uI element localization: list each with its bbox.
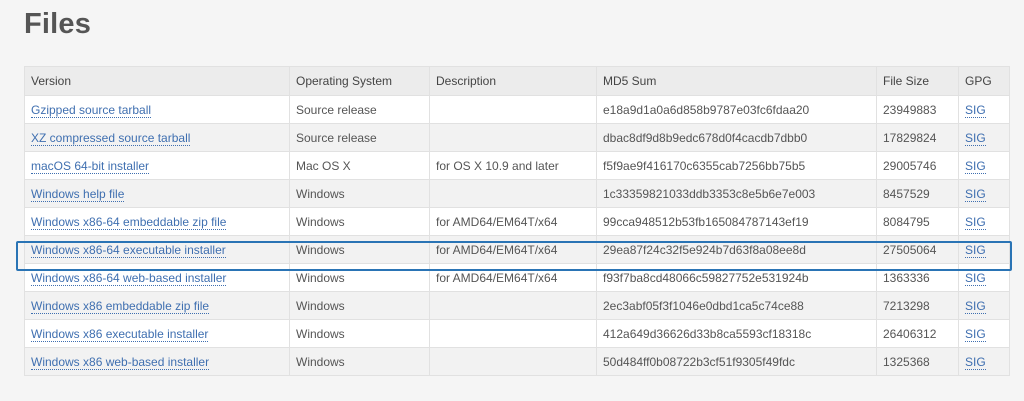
md5-cell: e18a9d1a0a6d858b9787e03fc6fdaa20 — [596, 95, 877, 124]
table-row: Windows x86-64 embeddable zip file Windo… — [24, 207, 1010, 236]
description-cell — [429, 319, 597, 348]
download-link[interactable]: Windows x86-64 executable installer — [31, 242, 226, 258]
os-cell: Source release — [289, 95, 430, 124]
sig-link[interactable]: SIG — [965, 298, 986, 314]
gpg-cell: SIG — [958, 179, 1010, 208]
version-cell: Windows help file — [24, 179, 290, 208]
download-link[interactable]: Windows x86 web-based installer — [31, 354, 210, 370]
os-cell: Windows — [289, 291, 430, 320]
md5-cell: 1c33359821033ddb3353c8e5b6e7e003 — [596, 179, 877, 208]
download-link[interactable]: Windows x86-64 embeddable zip file — [31, 214, 227, 230]
page-title: Files — [24, 8, 92, 40]
version-cell: Windows x86 executable installer — [24, 319, 290, 348]
column-header-operating-system[interactable]: Operating System — [289, 66, 430, 96]
os-cell: Windows — [289, 319, 430, 348]
files-table: Version Operating System Description MD5… — [24, 66, 1010, 376]
file-size-cell: 27505064 — [876, 235, 959, 264]
version-cell: Gzipped source tarball — [24, 95, 290, 124]
gpg-cell: SIG — [958, 123, 1010, 152]
download-link[interactable]: Windows x86 embeddable zip file — [31, 298, 210, 314]
gpg-cell: SIG — [958, 347, 1010, 376]
description-cell — [429, 347, 597, 376]
sig-link[interactable]: SIG — [965, 130, 986, 146]
table-row: XZ compressed source tarball Source rele… — [24, 123, 1010, 152]
table-row: macOS 64-bit installer Mac OS X for OS X… — [24, 151, 1010, 180]
download-link[interactable]: Windows x86 executable installer — [31, 326, 209, 342]
version-cell: Windows x86 embeddable zip file — [24, 291, 290, 320]
description-cell — [429, 179, 597, 208]
file-size-cell: 29005746 — [876, 151, 959, 180]
table-row: Gzipped source tarball Source release e1… — [24, 95, 1010, 124]
table-row: Windows help file Windows 1c33359821033d… — [24, 179, 1010, 208]
table-row-highlighted: Windows x86-64 executable installer Wind… — [24, 235, 1010, 264]
version-cell: macOS 64-bit installer — [24, 151, 290, 180]
os-cell: Windows — [289, 263, 430, 292]
os-cell: Windows — [289, 179, 430, 208]
md5-cell: 50d484ff0b08722b3cf51f9305f49fdc — [596, 347, 877, 376]
file-size-cell: 23949883 — [876, 95, 959, 124]
download-link[interactable]: Windows x86-64 web-based installer — [31, 270, 227, 286]
description-cell: for AMD64/EM64T/x64 — [429, 263, 597, 292]
column-header-gpg[interactable]: GPG — [958, 66, 1010, 96]
md5-cell: 412a649d36626d33b8ca5593cf18318c — [596, 319, 877, 348]
sig-link[interactable]: SIG — [965, 326, 986, 342]
description-cell — [429, 123, 597, 152]
os-cell: Windows — [289, 207, 430, 236]
gpg-cell: SIG — [958, 235, 1010, 264]
description-cell: for OS X 10.9 and later — [429, 151, 597, 180]
download-link[interactable]: Windows help file — [31, 186, 125, 202]
gpg-cell: SIG — [958, 263, 1010, 292]
file-size-cell: 8084795 — [876, 207, 959, 236]
file-size-cell: 7213298 — [876, 291, 959, 320]
os-cell: Source release — [289, 123, 430, 152]
table-header-row: Version Operating System Description MD5… — [24, 66, 1010, 96]
gpg-cell: SIG — [958, 95, 1010, 124]
download-link[interactable]: XZ compressed source tarball — [31, 130, 191, 146]
download-link[interactable]: Gzipped source tarball — [31, 102, 152, 118]
md5-cell: 99cca948512b53fb165084787143ef19 — [596, 207, 877, 236]
download-link[interactable]: macOS 64-bit installer — [31, 158, 150, 174]
description-cell — [429, 291, 597, 320]
os-cell: Windows — [289, 347, 430, 376]
sig-link[interactable]: SIG — [965, 102, 986, 118]
md5-cell: 29ea87f24c32f5e924b7d63f8a08ee8d — [596, 235, 877, 264]
table-row: Windows x86 embeddable zip file Windows … — [24, 291, 1010, 320]
md5-cell: f93f7ba8cd48066c59827752e531924b — [596, 263, 877, 292]
table-row: Windows x86-64 web-based installer Windo… — [24, 263, 1010, 292]
gpg-cell: SIG — [958, 151, 1010, 180]
sig-link[interactable]: SIG — [965, 242, 986, 258]
column-header-file-size[interactable]: File Size — [876, 66, 959, 96]
version-cell: Windows x86 web-based installer — [24, 347, 290, 376]
table-row: Windows x86 web-based installer Windows … — [24, 347, 1010, 376]
column-header-md5-sum[interactable]: MD5 Sum — [596, 66, 877, 96]
gpg-cell: SIG — [958, 291, 1010, 320]
version-cell: Windows x86-64 web-based installer — [24, 263, 290, 292]
table-row: Windows x86 executable installer Windows… — [24, 319, 1010, 348]
gpg-cell: SIG — [958, 319, 1010, 348]
description-cell: for AMD64/EM64T/x64 — [429, 207, 597, 236]
version-cell: Windows x86-64 executable installer — [24, 235, 290, 264]
description-cell: for AMD64/EM64T/x64 — [429, 235, 597, 264]
column-header-version[interactable]: Version — [24, 66, 290, 96]
description-cell — [429, 95, 597, 124]
os-cell: Mac OS X — [289, 151, 430, 180]
os-cell: Windows — [289, 235, 430, 264]
version-cell: Windows x86-64 embeddable zip file — [24, 207, 290, 236]
file-size-cell: 8457529 — [876, 179, 959, 208]
sig-link[interactable]: SIG — [965, 270, 986, 286]
md5-cell: f5f9ae9f416170c6355cab7256bb75b5 — [596, 151, 877, 180]
sig-link[interactable]: SIG — [965, 186, 986, 202]
sig-link[interactable]: SIG — [965, 158, 986, 174]
file-size-cell: 1325368 — [876, 347, 959, 376]
file-size-cell: 1363336 — [876, 263, 959, 292]
file-size-cell: 26406312 — [876, 319, 959, 348]
sig-link[interactable]: SIG — [965, 214, 986, 230]
md5-cell: 2ec3abf05f3f1046e0dbd1ca5c74ce88 — [596, 291, 877, 320]
md5-cell: dbac8df9d8b9edc678d0f4cacdb7dbb0 — [596, 123, 877, 152]
column-header-description[interactable]: Description — [429, 66, 597, 96]
gpg-cell: SIG — [958, 207, 1010, 236]
sig-link[interactable]: SIG — [965, 354, 986, 370]
version-cell: XZ compressed source tarball — [24, 123, 290, 152]
file-size-cell: 17829824 — [876, 123, 959, 152]
